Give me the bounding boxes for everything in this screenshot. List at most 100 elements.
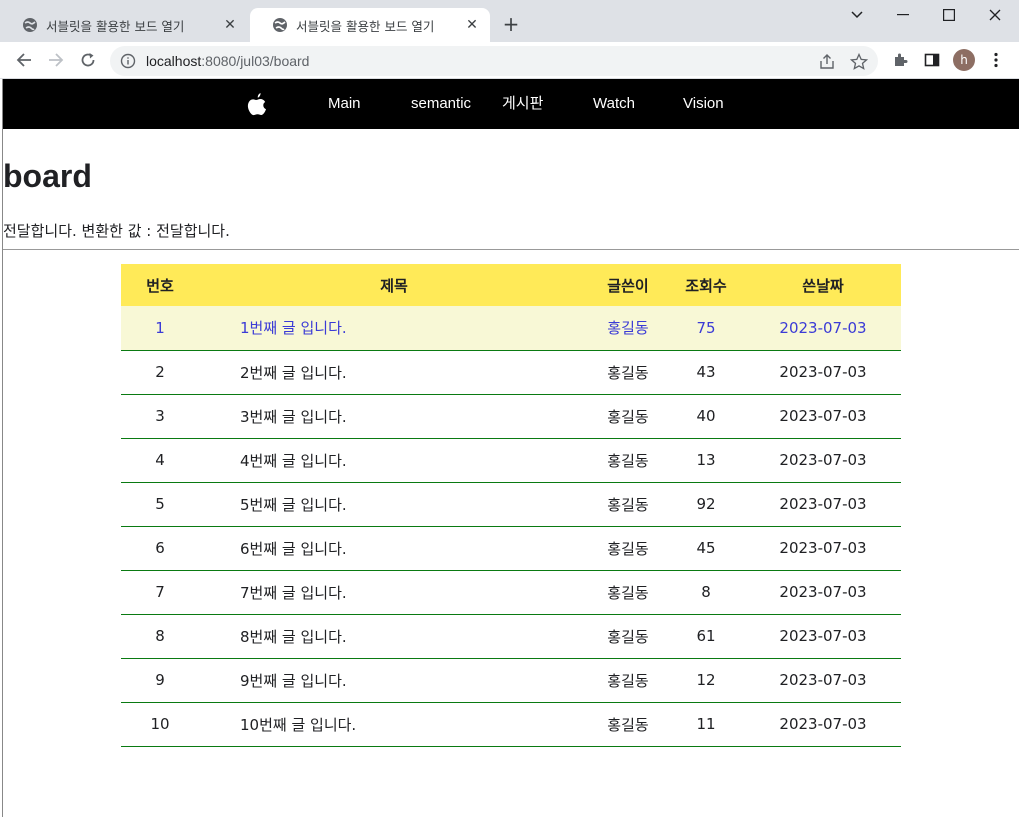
avatar[interactable]: h bbox=[953, 49, 975, 71]
cell-views: 43 bbox=[667, 350, 745, 395]
page-viewport: Main semantic 게시판 Watch Vision board 전달합… bbox=[2, 79, 1019, 817]
globe-icon bbox=[23, 18, 37, 32]
header-number: 번호 bbox=[121, 264, 199, 306]
nav-link-vision[interactable]: Vision bbox=[683, 79, 724, 129]
cell-number: 3 bbox=[121, 394, 199, 439]
cell-date: 2023-07-03 bbox=[745, 526, 901, 571]
table-row[interactable]: 9 9번째 글 입니다. 홍길동 12 2023-07-03 bbox=[121, 658, 901, 703]
cell-views: 45 bbox=[667, 526, 745, 571]
globe-icon bbox=[273, 18, 287, 32]
cell-writer: 홍길동 bbox=[589, 394, 667, 439]
cell-writer: 홍길동 bbox=[589, 526, 667, 571]
cell-title[interactable]: 6번째 글 입니다. bbox=[199, 526, 589, 571]
maximize-icon[interactable] bbox=[934, 4, 964, 26]
cell-views: 12 bbox=[667, 658, 745, 703]
cell-writer: 홍길동 bbox=[589, 614, 667, 659]
side-panel-icon[interactable] bbox=[920, 48, 944, 72]
cell-writer: 홍길동 bbox=[589, 570, 667, 615]
cell-views: 11 bbox=[667, 702, 745, 747]
cell-writer: 홍길동 bbox=[589, 658, 667, 703]
cell-number: 9 bbox=[121, 658, 199, 703]
table-row[interactable]: 8 8번째 글 입니다. 홍길동 61 2023-07-03 bbox=[121, 614, 901, 659]
reload-icon[interactable] bbox=[76, 48, 100, 72]
menu-dots-icon[interactable] bbox=[984, 48, 1008, 72]
url-host: localhost bbox=[146, 53, 202, 69]
url-path: :8080/jul03/board bbox=[201, 53, 310, 69]
cell-number: 5 bbox=[121, 482, 199, 527]
cell-date: 2023-07-03 bbox=[745, 570, 901, 615]
cell-number: 4 bbox=[121, 438, 199, 483]
cell-date: 2023-07-03 bbox=[745, 702, 901, 747]
header-title: 제목 bbox=[199, 264, 589, 306]
forward-arrow-icon[interactable] bbox=[44, 48, 68, 72]
cell-date: 2023-07-03 bbox=[745, 614, 901, 659]
address-bar[interactable]: localhost:8080/jul03/board bbox=[110, 46, 878, 76]
back-arrow-icon[interactable] bbox=[12, 48, 36, 72]
message-text: 전달합니다. 변환한 값 : 전달합니다. bbox=[3, 222, 230, 240]
minimize-icon[interactable] bbox=[888, 4, 918, 26]
close-icon[interactable]: ✕ bbox=[222, 17, 238, 33]
board-table: 번호 제목 글쓴이 조회수 쓴날짜 1 1번째 글 입니다. 홍길동 75 2023-0… bbox=[121, 264, 901, 747]
top-nav: Main semantic 게시판 Watch Vision bbox=[3, 79, 1019, 129]
tab-search-icon[interactable] bbox=[842, 4, 872, 26]
cell-views: 92 bbox=[667, 482, 745, 527]
cell-views: 8 bbox=[667, 570, 745, 615]
cell-title[interactable]: 9번째 글 입니다. bbox=[199, 658, 589, 703]
cell-date: 2023-07-03 bbox=[745, 658, 901, 703]
nav-link-main[interactable]: Main bbox=[328, 79, 361, 129]
cell-writer: 홍길동 bbox=[589, 306, 667, 351]
cell-title[interactable]: 4번째 글 입니다. bbox=[199, 438, 589, 483]
header-views: 조회수 bbox=[667, 264, 745, 306]
extensions-icon[interactable] bbox=[888, 48, 912, 72]
browser-tab-active[interactable]: 서블릿을 활용한 보드 열기 ✕ bbox=[250, 8, 490, 42]
cell-views: 75 bbox=[667, 306, 745, 351]
cell-title[interactable]: 1번째 글 입니다. bbox=[199, 306, 589, 351]
table-row[interactable]: 7 7번째 글 입니다. 홍길동 8 2023-07-03 bbox=[121, 570, 901, 615]
cell-number: 7 bbox=[121, 570, 199, 615]
cell-title[interactable]: 7번째 글 입니다. bbox=[199, 570, 589, 615]
cell-title[interactable]: 10번째 글 입니다. bbox=[199, 702, 589, 747]
cell-number: 10 bbox=[121, 702, 199, 747]
cell-title[interactable]: 3번째 글 입니다. bbox=[199, 394, 589, 439]
window-close-icon[interactable] bbox=[980, 4, 1010, 26]
cell-number: 1 bbox=[121, 306, 199, 351]
table-row[interactable]: 4 4번째 글 입니다. 홍길동 13 2023-07-03 bbox=[121, 438, 901, 483]
table-row[interactable]: 2 2번째 글 입니다. 홍길동 43 2023-07-03 bbox=[121, 350, 901, 395]
cell-title[interactable]: 2번째 글 입니다. bbox=[199, 350, 589, 395]
cell-writer: 홍길동 bbox=[589, 702, 667, 747]
header-date: 쓴날짜 bbox=[745, 264, 901, 306]
table-row[interactable]: 6 6번째 글 입니다. 홍길동 45 2023-07-03 bbox=[121, 526, 901, 571]
header-writer: 글쓴이 bbox=[589, 264, 667, 306]
cell-writer: 홍길동 bbox=[589, 482, 667, 527]
cell-views: 13 bbox=[667, 438, 745, 483]
cell-views: 40 bbox=[667, 394, 745, 439]
nav-link-semantic[interactable]: semantic bbox=[411, 79, 471, 129]
cell-date: 2023-07-03 bbox=[745, 350, 901, 395]
cell-date: 2023-07-03 bbox=[745, 394, 901, 439]
cell-date: 2023-07-03 bbox=[745, 306, 901, 351]
share-icon[interactable] bbox=[818, 53, 836, 71]
divider bbox=[3, 249, 1019, 250]
browser-tab[interactable]: 서블릿을 활용한 보드 열기 ✕ bbox=[0, 8, 248, 42]
cell-writer: 홍길동 bbox=[589, 350, 667, 395]
nav-link-watch[interactable]: Watch bbox=[593, 79, 635, 129]
table-header-row: 번호 제목 글쓴이 조회수 쓴날짜 bbox=[121, 264, 901, 306]
table-row[interactable]: 10 10번째 글 입니다. 홍길동 11 2023-07-03 bbox=[121, 702, 901, 747]
cell-number: 2 bbox=[121, 350, 199, 395]
table-row[interactable]: 5 5번째 글 입니다. 홍길동 92 2023-07-03 bbox=[121, 482, 901, 527]
table-row[interactable]: 3 3번째 글 입니다. 홍길동 40 2023-07-03 bbox=[121, 394, 901, 439]
tab-title: 서블릿을 활용한 보드 열기 bbox=[296, 18, 435, 34]
browser-toolbar: localhost:8080/jul03/board bbox=[0, 42, 1019, 79]
new-tab-button[interactable]: + bbox=[500, 13, 522, 35]
close-icon[interactable]: ✕ bbox=[464, 17, 480, 33]
tab-strip: 서블릿을 활용한 보드 열기 ✕ 서블릿을 활용한 보드 열기 ✕ + bbox=[0, 0, 1019, 42]
apple-icon[interactable] bbox=[245, 92, 267, 118]
page-title: board bbox=[3, 158, 92, 194]
nav-link-board[interactable]: 게시판 bbox=[502, 79, 543, 129]
cell-title[interactable]: 5번째 글 입니다. bbox=[199, 482, 589, 527]
table-row[interactable]: 1 1번째 글 입니다. 홍길동 75 2023-07-03 bbox=[121, 306, 901, 351]
cell-title[interactable]: 8번째 글 입니다. bbox=[199, 614, 589, 659]
bookmark-star-icon[interactable] bbox=[850, 53, 868, 71]
cell-date: 2023-07-03 bbox=[745, 438, 901, 483]
info-icon[interactable] bbox=[120, 53, 136, 69]
